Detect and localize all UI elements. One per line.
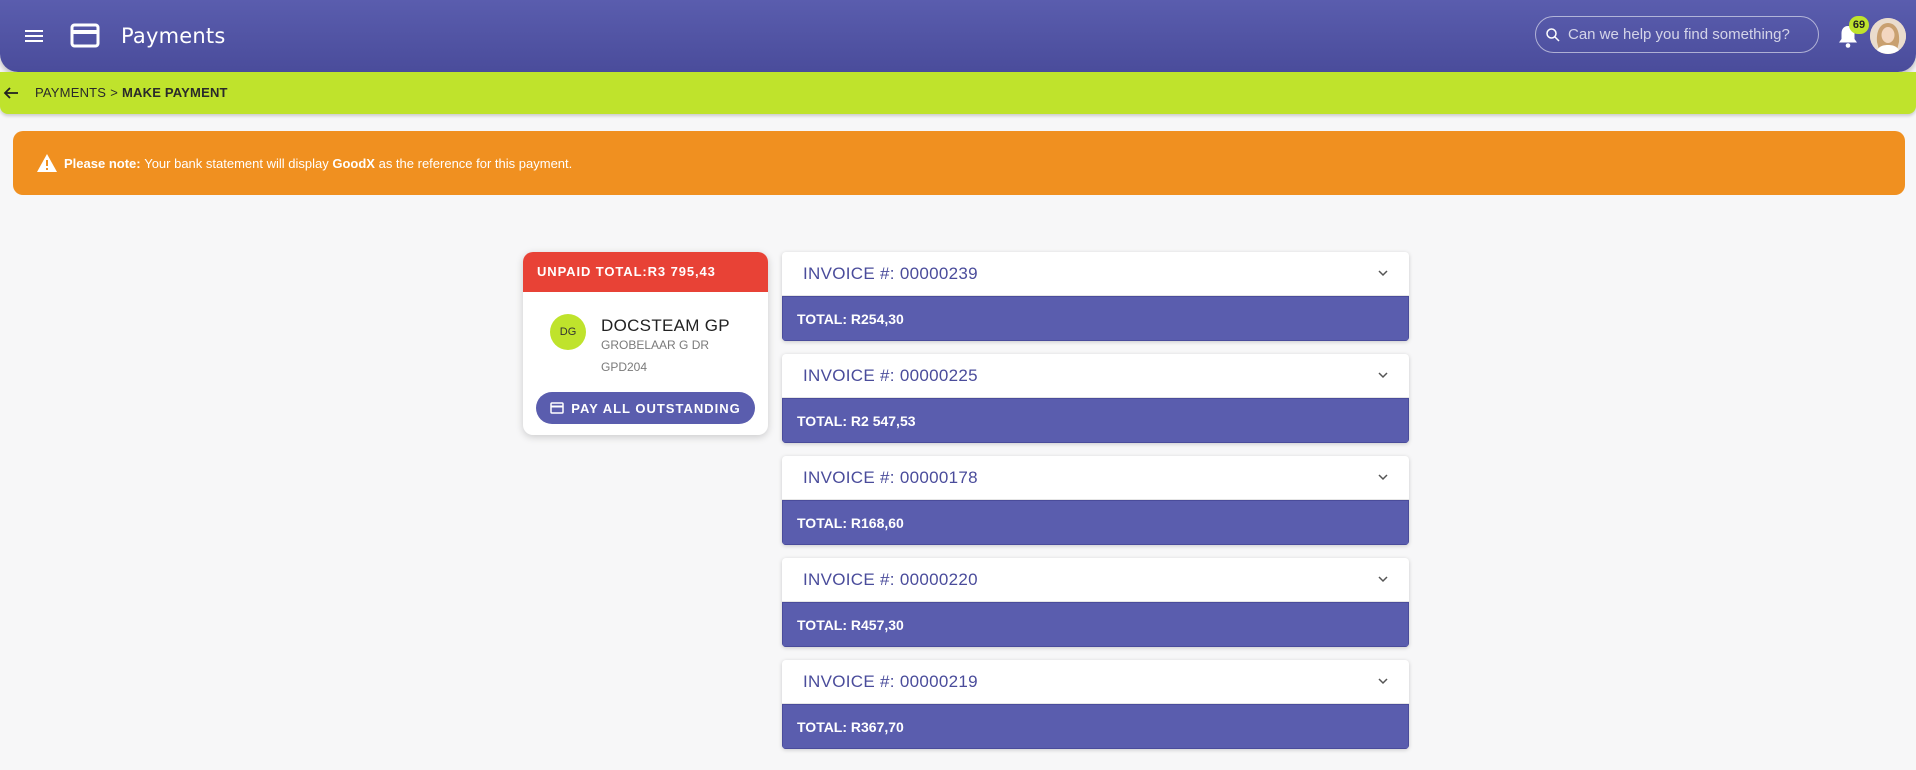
breadcrumb-separator: > (110, 85, 118, 100)
invoice-panel: INVOICE #: 00000178 TOTAL: R168,60 (782, 456, 1409, 545)
unpaid-summary-card: UNPAID TOTAL:R3 795,43 DG DOCSTEAM GP GR… (523, 252, 768, 435)
notice-reference: GoodX (332, 155, 375, 171)
invoice-header[interactable]: INVOICE #: 00000219 (782, 660, 1409, 704)
practice-name: DOCSTEAM GP (601, 316, 730, 335)
menu-icon[interactable] (22, 24, 46, 48)
back-arrow-icon[interactable] (2, 84, 20, 102)
invoice-total: TOTAL: R367,70 (782, 704, 1409, 749)
invoice-panel: INVOICE #: 00000225 TOTAL: R2 547,53 (782, 354, 1409, 443)
breadcrumb-bar: PAYMENTS > MAKE PAYMENT (0, 72, 1916, 114)
unpaid-total: UNPAID TOTAL:R3 795,43 (523, 252, 768, 292)
doctor-name: GROBELAAR G DR (601, 338, 710, 352)
invoice-number: INVOICE #: 00000178 (803, 467, 978, 487)
search-icon (1546, 27, 1560, 42)
chevron-down-icon[interactable] (1377, 369, 1389, 381)
invoice-total: TOTAL: R2 547,53 (782, 398, 1409, 443)
search-box[interactable] (1535, 16, 1819, 53)
invoice-header[interactable]: INVOICE #: 00000220 (782, 558, 1409, 602)
invoice-header[interactable]: INVOICE #: 00000178 (782, 456, 1409, 500)
app-bar: Payments 69 (0, 0, 1916, 72)
warning-icon (37, 154, 57, 172)
invoice-number: INVOICE #: 00000225 (803, 365, 978, 385)
invoice-panel: INVOICE #: 00000220 TOTAL: R457,30 (782, 558, 1409, 647)
invoice-total: TOTAL: R457,30 (782, 602, 1409, 647)
practice-code: GPD204 (601, 360, 648, 374)
invoice-number: INVOICE #: 00000239 (803, 263, 978, 283)
invoice-panel: INVOICE #: 00000219 TOTAL: R367,70 (782, 660, 1409, 749)
user-photo-icon (1870, 18, 1906, 54)
notice-lead: Please note: (64, 155, 141, 171)
breadcrumb: PAYMENTS > MAKE PAYMENT (35, 85, 228, 100)
invoice-header[interactable]: INVOICE #: 00000225 (782, 354, 1409, 398)
invoice-number: INVOICE #: 00000219 (803, 671, 978, 691)
search-input[interactable] (1568, 26, 1808, 43)
invoice-panel: INVOICE #: 00000239 TOTAL: R254,30 (782, 252, 1409, 341)
invoice-total: TOTAL: R254,30 (782, 296, 1409, 341)
invoice-header[interactable]: INVOICE #: 00000239 (782, 252, 1409, 296)
breadcrumb-payments-link[interactable]: PAYMENTS (35, 85, 106, 100)
user-avatar[interactable] (1870, 18, 1906, 54)
invoice-total: TOTAL: R168,60 (782, 500, 1409, 545)
page-title: Payments (121, 24, 226, 48)
payment-notice: Please note: Your bank statement will di… (13, 131, 1905, 195)
notice-text-after: as the reference for this payment. (378, 155, 573, 171)
pay-all-outstanding-label: PAY ALL OUTSTANDING (571, 400, 741, 416)
chevron-down-icon[interactable] (1377, 267, 1389, 279)
chevron-down-icon[interactable] (1377, 471, 1389, 483)
credit-card-icon (550, 402, 564, 414)
chevron-down-icon[interactable] (1377, 573, 1389, 585)
practice-initials-avatar: DG (550, 314, 586, 350)
credit-card-icon (70, 23, 100, 48)
invoice-number: INVOICE #: 00000220 (803, 569, 978, 589)
chevron-down-icon[interactable] (1377, 675, 1389, 687)
breadcrumb-current: MAKE PAYMENT (121, 85, 228, 100)
notification-count-badge: 69 (1849, 16, 1869, 34)
notice-text-before: Your bank statement will display (144, 155, 329, 171)
pay-all-outstanding-button[interactable]: PAY ALL OUTSTANDING (536, 392, 755, 424)
